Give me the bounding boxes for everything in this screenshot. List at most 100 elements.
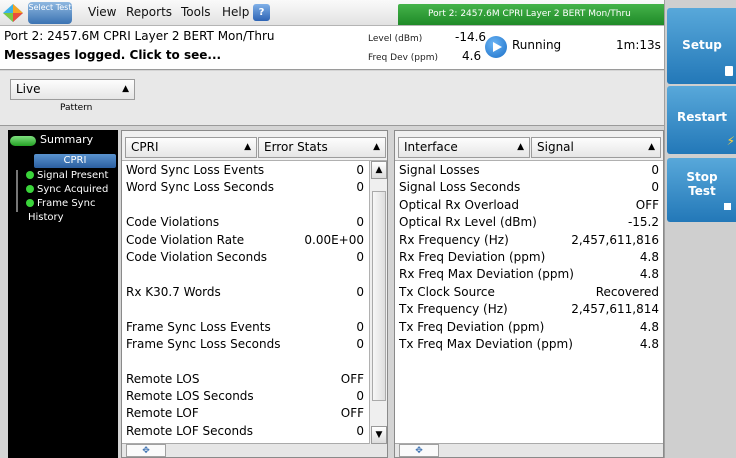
error-stats-panel: CPRI ▲ Error Stats ▲ Word Sync Loss Even… bbox=[121, 130, 388, 458]
tree-item-signal-present[interactable]: Signal Present bbox=[26, 170, 108, 181]
setup-button-label: Setup bbox=[682, 38, 722, 52]
elapsed-time: 1m:13s bbox=[616, 38, 661, 52]
row-value: -15.2 bbox=[627, 215, 659, 230]
tree-item-frame-sync[interactable]: Frame Sync bbox=[26, 198, 95, 209]
row-value: 0 bbox=[356, 336, 364, 351]
test-state: Running bbox=[512, 38, 562, 52]
tree-connector bbox=[16, 170, 24, 212]
tree-leaf-label: Sync Acquired bbox=[37, 184, 109, 195]
menu-help[interactable]: Help bbox=[222, 5, 249, 19]
row-label: Remote LOF Seconds bbox=[126, 423, 253, 438]
level-value: -14.6 bbox=[455, 30, 487, 44]
pattern-select[interactable]: Live ▲ bbox=[10, 79, 135, 100]
table-row: Rx Frequency (Hz) 2,457,611,816 bbox=[395, 232, 663, 249]
restart-button[interactable]: Restart ⚡ bbox=[667, 86, 736, 154]
port-title: Port 2: 2457.6M CPRI Layer 2 BERT Mon/Th… bbox=[4, 29, 275, 43]
table-row: Rx Freq Max Deviation (ppm) 4.8 bbox=[395, 266, 663, 283]
row-value: 0.00E+00 bbox=[304, 232, 364, 247]
port-banner-label: Port 2: 2457.6M CPRI Layer 2 BERT Mon/Th… bbox=[428, 9, 631, 19]
green-led-icon bbox=[26, 171, 34, 179]
row-value: OFF bbox=[340, 406, 364, 421]
tree-item-history[interactable]: History bbox=[28, 212, 64, 223]
setup-button[interactable]: Setup bbox=[667, 8, 736, 84]
table-row: Frame Sync Loss Seconds 0 bbox=[122, 336, 368, 353]
app-logo-icon bbox=[3, 4, 23, 22]
table-row: Frame Sync Loss Events 0 bbox=[122, 319, 368, 336]
select-test-button[interactable]: Select Test bbox=[2, 1, 74, 25]
row-label: Rx Freq Deviation (ppm) bbox=[399, 249, 546, 264]
row-value: 0 bbox=[651, 163, 659, 177]
row-value: 0 bbox=[356, 423, 364, 438]
table-row bbox=[122, 353, 368, 370]
row-label: Rx Frequency (Hz) bbox=[399, 232, 509, 247]
table-row: Word Sync Loss Events 0 bbox=[122, 162, 368, 179]
tree-item-sync-acquired[interactable]: Sync Acquired bbox=[26, 184, 108, 195]
green-led-icon bbox=[26, 199, 34, 207]
move-panel-button[interactable]: ✥ bbox=[399, 444, 439, 457]
error-stats-value: Error Stats bbox=[264, 140, 328, 154]
menu-view[interactable]: View bbox=[88, 5, 116, 19]
messages-logged-link[interactable]: Messages logged. Click to see... bbox=[4, 48, 221, 62]
row-value: 0 bbox=[356, 319, 364, 334]
error-stats-header: CPRI ▲ Error Stats ▲ bbox=[122, 131, 387, 161]
table-row: Tx Frequency (Hz) 2,457,611,814 bbox=[395, 301, 663, 318]
cpri-category-select[interactable]: CPRI ▲ bbox=[125, 137, 257, 158]
port-banner[interactable]: Port 2: 2457.6M CPRI Layer 2 BERT Mon/Th… bbox=[398, 4, 664, 25]
menu-bar: Select Test View Reports Tools Help ? Po… bbox=[0, 0, 664, 26]
row-value: 0 bbox=[356, 249, 364, 264]
row-label: Tx Freq Deviation (ppm) bbox=[399, 319, 545, 334]
table-row: Word Sync Loss Seconds 0 bbox=[122, 179, 368, 196]
row-label: Rx Freq Max Deviation (ppm) bbox=[399, 267, 574, 282]
table-row bbox=[122, 197, 368, 214]
signal-select[interactable]: Signal ▲ bbox=[531, 137, 661, 158]
tree-item-cpri[interactable]: CPRI bbox=[34, 154, 116, 168]
signal-footer: ✥ bbox=[395, 443, 663, 457]
signal-rows: Signal Losses 0 Signal Loss Seconds 0 Optica… bbox=[395, 162, 663, 353]
row-value: 4.8 bbox=[639, 319, 659, 334]
row-label: Tx Frequency (Hz) bbox=[399, 302, 508, 317]
table-row bbox=[122, 301, 368, 318]
scroll-up-button[interactable]: ▲ bbox=[371, 161, 387, 179]
signal-header: Interface ▲ Signal ▲ bbox=[395, 131, 663, 161]
row-value: 0 bbox=[356, 284, 364, 299]
tree-item-summary[interactable]: Summary bbox=[40, 133, 93, 146]
error-stats-select[interactable]: Error Stats ▲ bbox=[258, 137, 386, 158]
signal-panel: Interface ▲ Signal ▲ Signal Losses 0 Signa… bbox=[394, 130, 664, 458]
lightning-icon: ⚡ bbox=[726, 134, 735, 148]
stop-test-button[interactable]: Stop Test bbox=[667, 158, 736, 222]
table-row: Code Violation Rate 0.00E+00 bbox=[122, 232, 368, 249]
running-play-icon bbox=[485, 36, 507, 58]
row-label: Code Violations bbox=[126, 215, 220, 230]
scroll-down-button[interactable]: ▼ bbox=[371, 426, 387, 444]
row-value: 0 bbox=[356, 389, 364, 404]
table-row: Signal Losses 0 bbox=[395, 162, 663, 179]
table-row: Remote LOS OFF bbox=[122, 371, 368, 388]
error-stats-scrollbar[interactable]: ▲ ▼ bbox=[369, 161, 387, 444]
move-panel-button[interactable]: ✥ bbox=[126, 444, 166, 457]
table-row: Rx K30.7 Words 0 bbox=[122, 284, 368, 301]
row-label: Optical Rx Level (dBm) bbox=[399, 215, 537, 230]
green-led-icon bbox=[26, 185, 34, 193]
action-panel: Setup Restart ⚡ Stop Test bbox=[664, 0, 736, 458]
pattern-area: Live ▲ Pattern bbox=[0, 71, 664, 126]
help-book-icon[interactable]: ? bbox=[253, 4, 270, 21]
error-stats-footer: ✥ bbox=[122, 443, 387, 457]
scroll-thumb[interactable] bbox=[372, 191, 386, 401]
menu-tools[interactable]: Tools bbox=[181, 5, 211, 19]
stop-icon bbox=[724, 203, 731, 210]
row-label: Rx K30.7 Words bbox=[126, 284, 221, 299]
menu-reports[interactable]: Reports bbox=[126, 5, 172, 19]
row-value: 4.8 bbox=[639, 336, 659, 351]
row-label: Signal Loss Seconds bbox=[399, 180, 521, 195]
interface-category-select[interactable]: Interface ▲ bbox=[398, 137, 530, 158]
row-value: 0 bbox=[356, 215, 364, 230]
stop-button-label-1: Stop bbox=[686, 170, 718, 184]
summary-status-icon bbox=[10, 136, 36, 146]
row-label: Tx Clock Source bbox=[399, 284, 495, 299]
tree-leaf-label: Signal Present bbox=[37, 170, 109, 181]
freq-dev-label: Freq Dev (ppm) bbox=[368, 53, 439, 63]
row-value: 4.8 bbox=[639, 249, 659, 264]
row-value: 2,457,611,816 bbox=[571, 232, 659, 247]
row-value: 2,457,611,814 bbox=[571, 302, 659, 317]
row-label: Tx Freq Max Deviation (ppm) bbox=[399, 336, 573, 351]
